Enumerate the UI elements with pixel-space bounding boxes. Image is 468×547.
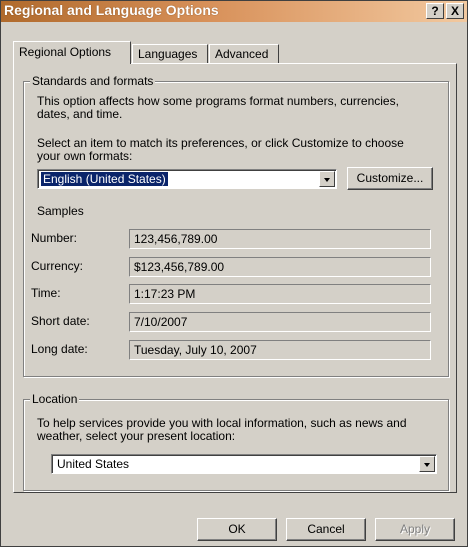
sample-time-value: 1:17:23 PM [129, 284, 431, 304]
sample-currency-value: $123,456,789.00 [129, 257, 431, 277]
tab-regional-options[interactable]: Regional Options [13, 41, 131, 64]
chevron-down-icon[interactable] [319, 171, 335, 187]
select-instruction-2: your own formats: [37, 149, 133, 163]
standards-description-2: dates, and time. [37, 107, 123, 121]
standards-legend: Standards and formats [30, 74, 156, 88]
location-legend: Location [30, 392, 80, 406]
help-button[interactable]: ? [426, 3, 444, 19]
tab-advanced[interactable]: Advanced [209, 44, 279, 63]
samples-label: Samples [37, 204, 84, 218]
location-dropdown[interactable]: United States [51, 454, 437, 474]
sample-short-date-label: Short date: [31, 314, 90, 328]
chevron-down-icon[interactable] [419, 456, 435, 472]
sample-short-date-value: 7/10/2007 [129, 312, 431, 332]
location-description-2: weather, select your present location: [37, 429, 236, 443]
format-dropdown[interactable]: English (United States) [37, 169, 337, 189]
sample-long-date-label: Long date: [31, 342, 88, 356]
title-bar[interactable]: Regional and Language Options ? X [1, 1, 467, 22]
window-title: Regional and Language Options [4, 2, 219, 18]
sample-time-label: Time: [31, 286, 61, 300]
cancel-button[interactable]: Cancel [286, 518, 366, 541]
sample-number-value: 123,456,789.00 [129, 229, 431, 249]
ok-button[interactable]: OK [197, 518, 277, 541]
tab-languages[interactable]: Languages [132, 44, 208, 63]
apply-button[interactable]: Apply [375, 518, 455, 541]
close-button[interactable]: X [446, 3, 464, 19]
sample-currency-label: Currency: [31, 259, 84, 273]
customize-button[interactable]: Customize... [347, 167, 433, 190]
format-dropdown-value: English (United States) [41, 172, 168, 186]
sample-long-date-value: Tuesday, July 10, 2007 [129, 340, 431, 360]
location-dropdown-value: United States [57, 457, 130, 471]
dialog-window: Regional and Language Options ? X Region… [0, 0, 468, 547]
sample-number-label: Number: [31, 231, 78, 245]
location-groupbox: Location [23, 392, 449, 491]
